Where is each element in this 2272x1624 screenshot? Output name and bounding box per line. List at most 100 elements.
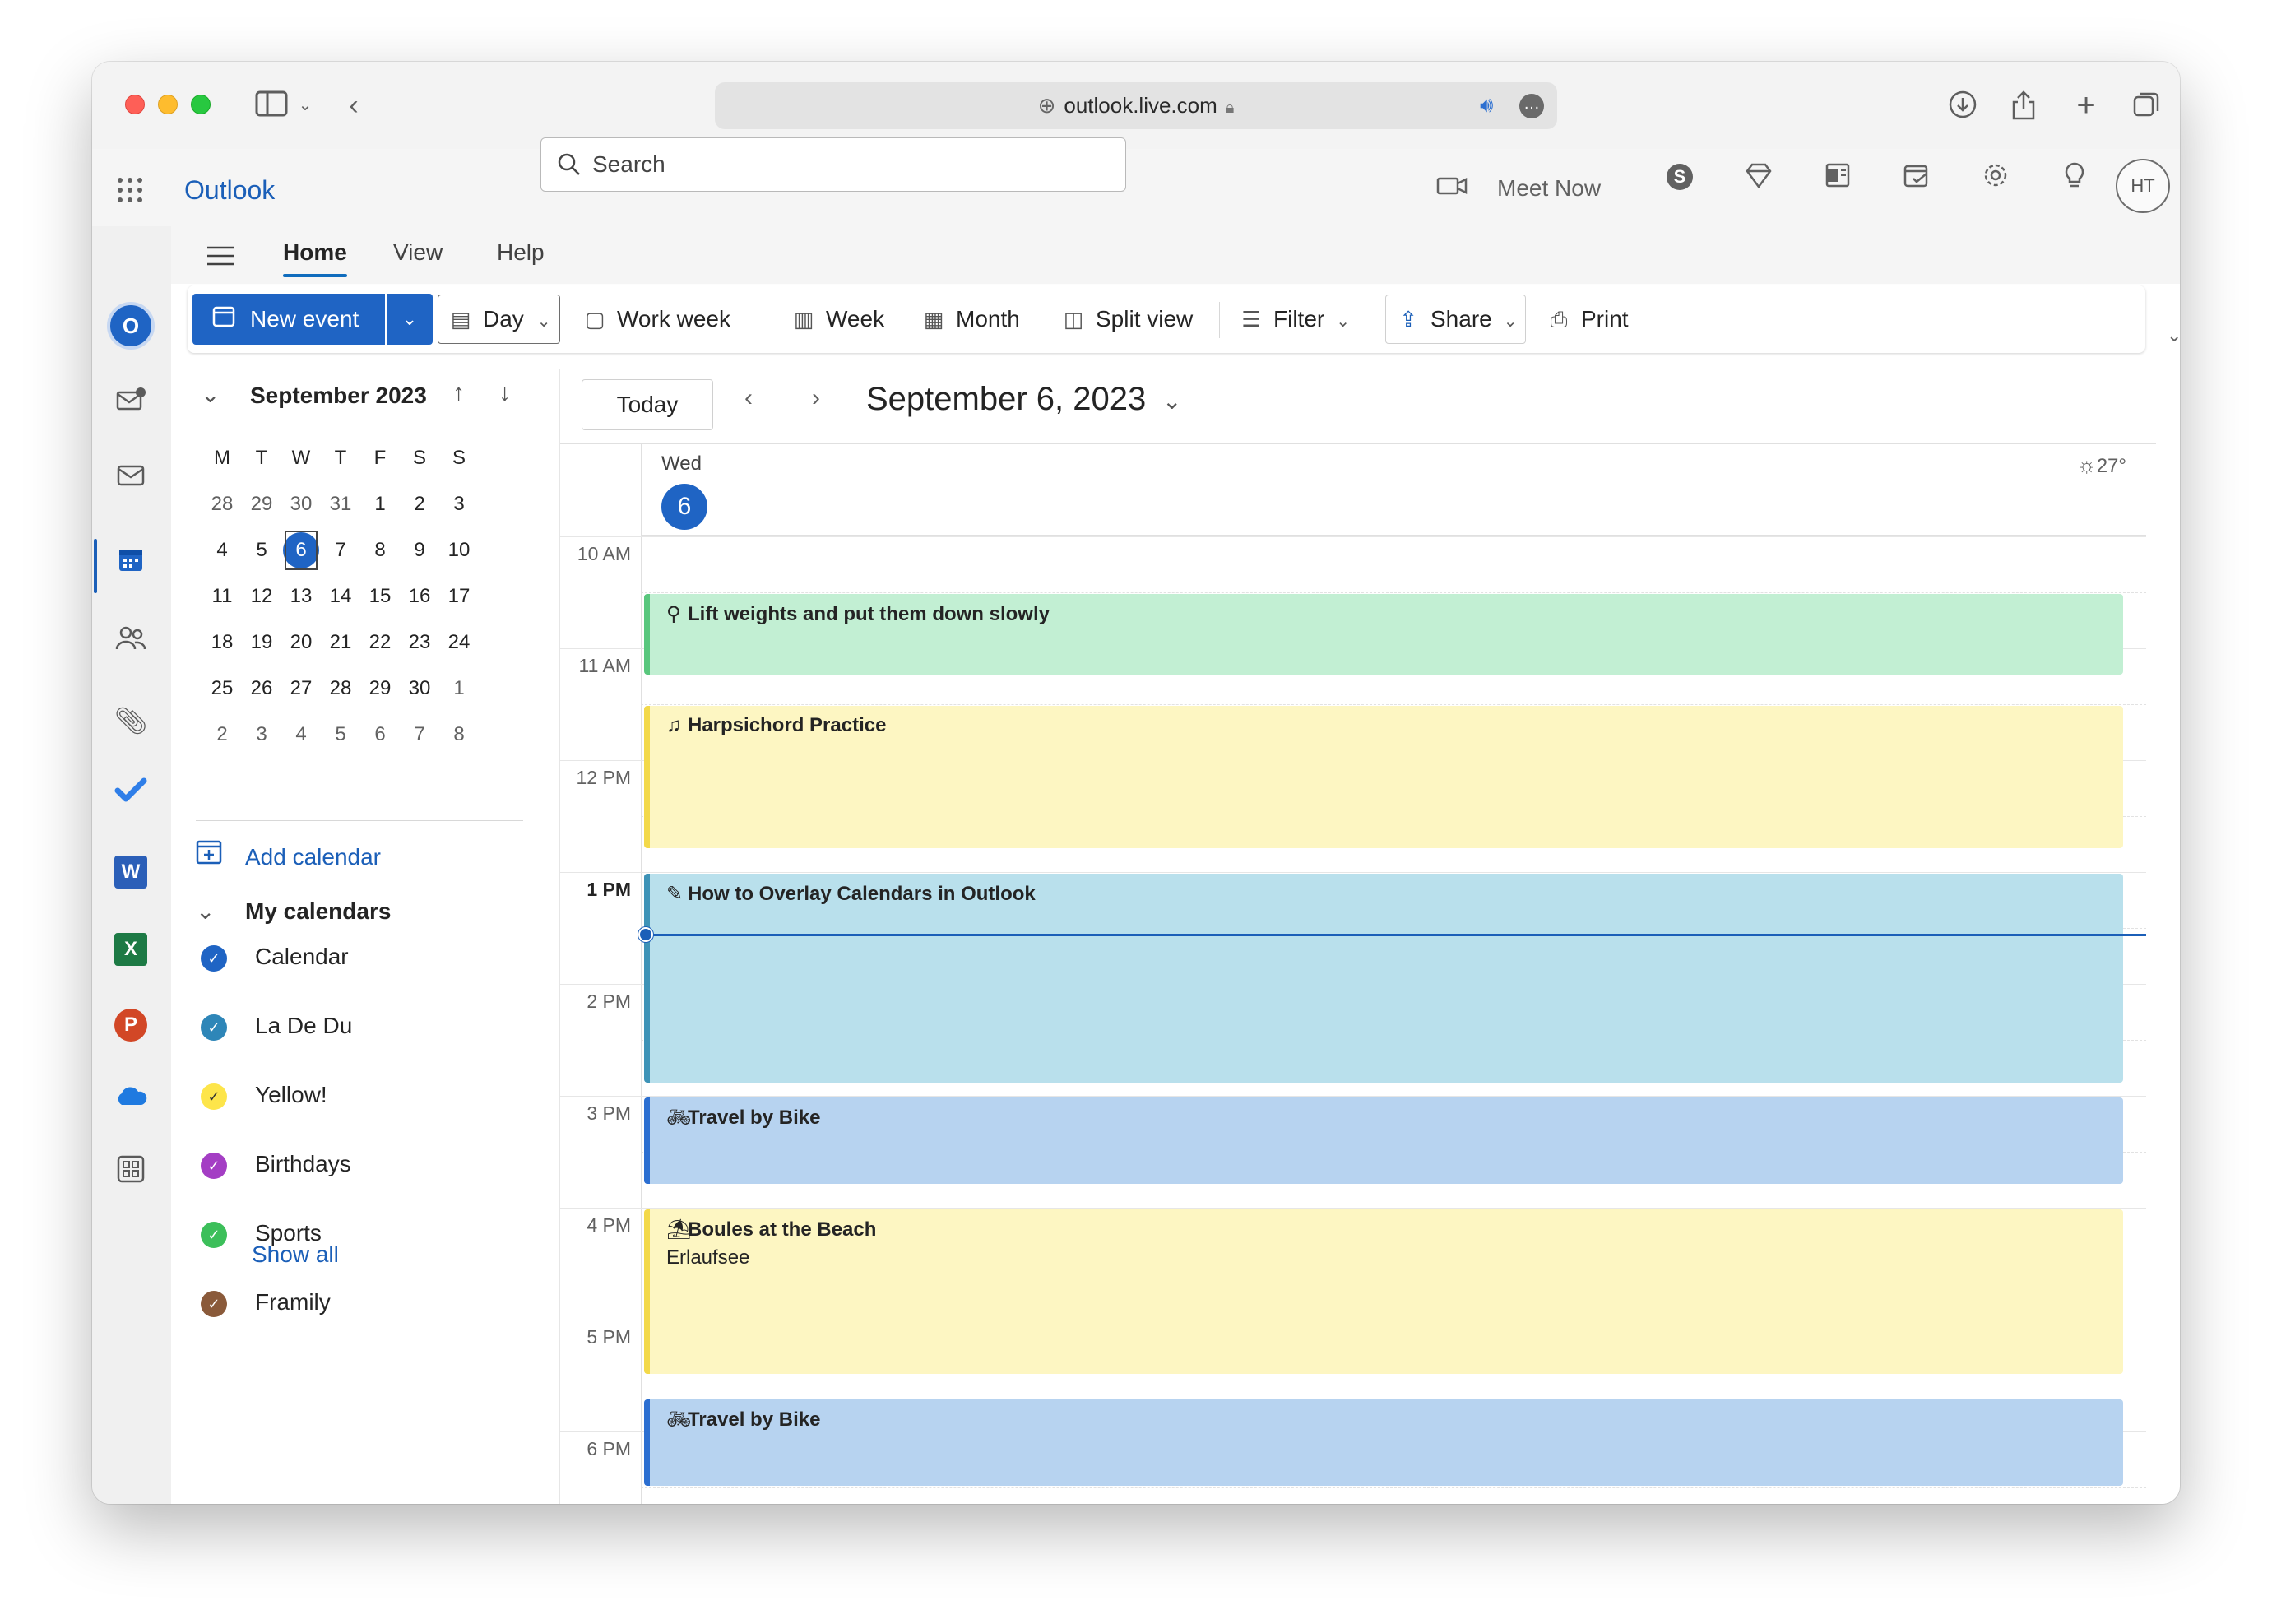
calendar-event[interactable]: ✎ How to Overlay Calendars in Outlook xyxy=(644,874,2123,1083)
zoom-window-button[interactable] xyxy=(191,95,211,114)
day-view-dropdown[interactable]: ▤ Day ⌄ xyxy=(438,295,560,344)
calendar-item[interactable]: ✓ Yellow! xyxy=(201,1079,327,1111)
mini-calendar-day[interactable]: 9 xyxy=(400,527,439,573)
paperclip-icon[interactable]: 📎︎ xyxy=(107,697,155,745)
mini-calendar-day[interactable]: 3 xyxy=(242,712,281,758)
word-icon[interactable]: W xyxy=(107,848,155,896)
calendar-checkmark-icon[interactable]: ✓ xyxy=(201,1221,227,1248)
speaker-icon[interactable]: 🔊︎ xyxy=(1480,92,1493,118)
mini-calendar-day[interactable]: 4 xyxy=(202,527,242,573)
next-month-arrow-icon[interactable]: ↓ xyxy=(498,379,511,407)
mini-calendar-day[interactable]: 7 xyxy=(321,527,360,573)
mini-calendar-day[interactable]: 5 xyxy=(321,712,360,758)
calendar-checkmark-icon[interactable]: ✓ xyxy=(201,944,227,972)
mini-calendar-day[interactable]: 12 xyxy=(242,573,281,619)
video-camera-icon[interactable] xyxy=(1436,172,1469,205)
mini-calendar-day[interactable]: 1 xyxy=(360,481,400,527)
diamond-icon[interactable] xyxy=(1742,160,1775,193)
calendar-icon[interactable] xyxy=(107,542,155,590)
mini-calendar-day[interactable]: 7 xyxy=(400,712,439,758)
share-icon[interactable] xyxy=(2007,90,2040,121)
mini-calendar-day[interactable]: 3 xyxy=(439,481,479,527)
my-day-icon[interactable] xyxy=(1900,160,1933,193)
plus-icon[interactable]: + xyxy=(2070,89,2103,122)
mini-calendar-day[interactable]: 26 xyxy=(242,666,281,712)
calendar-item[interactable]: ✓ Calendar xyxy=(201,940,349,973)
mini-calendar-day[interactable]: 18 xyxy=(202,619,242,666)
mini-calendar-day[interactable]: 8 xyxy=(439,712,479,758)
tabs-icon[interactable] xyxy=(2131,90,2163,121)
chevron-down-icon[interactable]: ⌄ xyxy=(1162,387,1181,415)
calendar-item[interactable]: ✓ La De Du xyxy=(201,1009,352,1042)
calendar-checkmark-icon[interactable]: ✓ xyxy=(201,1290,227,1317)
month-button[interactable]: ▦ Month xyxy=(920,294,1020,345)
avatar[interactable]: HT xyxy=(2116,159,2170,213)
calendar-item[interactable]: ✓ Birthdays xyxy=(201,1148,351,1181)
calendar-event[interactable]: 🚲︎Travel by Bike xyxy=(644,1399,2123,1486)
mini-calendar-day[interactable]: 11 xyxy=(202,573,242,619)
mini-calendar-day[interactable]: 14 xyxy=(321,573,360,619)
todo-icon[interactable] xyxy=(107,773,155,820)
mini-calendar-day[interactable]: 13 xyxy=(281,573,321,619)
meet-now-button[interactable]: Meet Now xyxy=(1497,175,1601,202)
onenote-feed-icon[interactable] xyxy=(1821,160,1854,193)
mini-calendar-day[interactable]: 30 xyxy=(400,666,439,712)
new-event-button[interactable]: New event xyxy=(192,294,385,345)
mini-calendar-day[interactable]: 24 xyxy=(439,619,479,666)
mini-calendar-day[interactable]: 31 xyxy=(321,481,360,527)
mini-calendar-day[interactable]: 16 xyxy=(400,573,439,619)
calendar-event[interactable]: ♫ Harpsichord Practice xyxy=(644,706,2123,848)
mini-calendar-day[interactable]: 29 xyxy=(242,481,281,527)
mini-calendar-day[interactable]: 15 xyxy=(360,573,400,619)
mini-calendar-title[interactable]: September 2023 xyxy=(250,383,427,409)
calendar-item[interactable]: ✓ Framily xyxy=(201,1286,331,1319)
print-button[interactable]: ⎙ Print xyxy=(1545,294,1629,345)
calendar-event[interactable]: ⚲ Lift weights and put them down slowly xyxy=(644,594,2123,675)
download-icon[interactable] xyxy=(1946,90,1979,121)
day-number-badge[interactable]: 6 xyxy=(661,484,707,530)
mini-calendar-day[interactable]: 4 xyxy=(281,712,321,758)
calendar-event[interactable]: ⛱︎Boules at the Beach Erlaufsee xyxy=(644,1209,2123,1374)
skype-icon[interactable]: S xyxy=(1663,160,1696,193)
mini-calendar-day[interactable]: 19 xyxy=(242,619,281,666)
tab-view[interactable]: View xyxy=(393,239,443,266)
mini-calendar-day[interactable]: 2 xyxy=(202,712,242,758)
date-title[interactable]: September 6, 2023 xyxy=(866,381,1146,418)
mini-calendar-day[interactable]: 25 xyxy=(202,666,242,712)
mini-calendar-day[interactable]: 30 xyxy=(281,481,321,527)
weather-indicator[interactable]: ☼27° xyxy=(2077,452,2126,478)
mini-calendar-day[interactable]: 28 xyxy=(202,481,242,527)
back-icon[interactable]: ‹ xyxy=(339,90,369,121)
more-apps-icon[interactable] xyxy=(107,1153,155,1200)
outlook-brand[interactable]: Outlook xyxy=(184,175,275,206)
mini-calendar-day[interactable]: 8 xyxy=(360,527,400,573)
previous-month-arrow-icon[interactable]: ↑ xyxy=(452,379,465,407)
app-launcher-icon[interactable] xyxy=(115,175,145,205)
my-calendars-header[interactable]: ⌄ My calendars xyxy=(196,898,391,925)
mini-calendar-day[interactable]: 23 xyxy=(400,619,439,666)
mini-calendar-day[interactable]: 28 xyxy=(321,666,360,712)
minimize-window-button[interactable] xyxy=(158,95,178,114)
new-event-dropdown[interactable]: ⌄ xyxy=(387,294,433,345)
share-button[interactable]: ⇪ Share ⌄ xyxy=(1385,295,1527,344)
settings-gear-icon[interactable] xyxy=(1979,160,2012,193)
mini-calendar-day[interactable]: 22 xyxy=(360,619,400,666)
mail-icon[interactable] xyxy=(107,457,155,504)
close-window-button[interactable] xyxy=(125,95,145,114)
mini-calendar-day[interactable]: 5 xyxy=(242,527,281,573)
tab-help[interactable]: Help xyxy=(497,239,545,266)
week-button[interactable]: ▥ Week xyxy=(790,294,884,345)
search-input[interactable]: Search xyxy=(540,137,1126,192)
mini-calendar-day[interactable]: 1 xyxy=(439,666,479,712)
ribbon-expand-chevron-icon[interactable]: ⌄ xyxy=(2167,325,2180,346)
sidebar-icon[interactable] xyxy=(253,90,290,121)
outlook-app-icon[interactable]: O xyxy=(107,302,155,350)
split-view-button[interactable]: ◫ Split view xyxy=(1059,294,1194,345)
today-button[interactable]: Today xyxy=(582,379,713,430)
powerpoint-icon[interactable]: P xyxy=(107,1001,155,1049)
tab-home[interactable]: Home xyxy=(283,239,347,266)
calendar-checkmark-icon[interactable]: ✓ xyxy=(201,1152,227,1179)
mini-calendar-day[interactable]: 20 xyxy=(281,619,321,666)
show-all-link[interactable]: Show all xyxy=(252,1241,339,1268)
mini-calendar-day[interactable]: 29 xyxy=(360,666,400,712)
